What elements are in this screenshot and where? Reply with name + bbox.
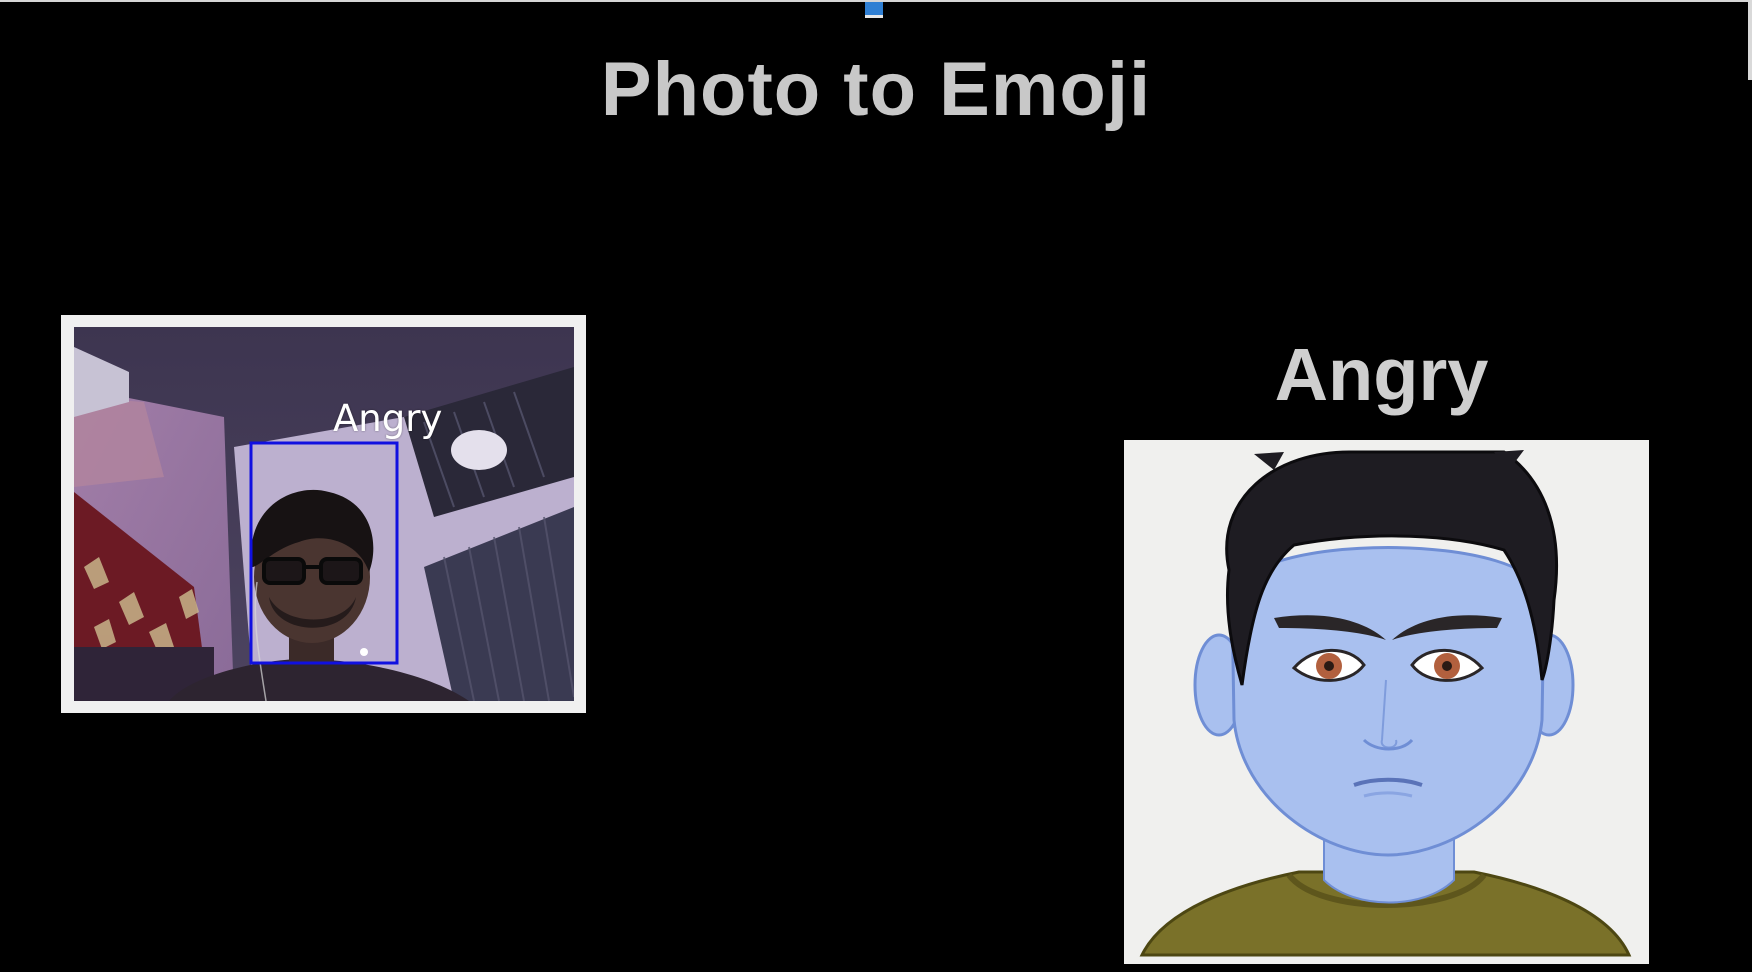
photo-to-emoji-window: Photo to Emoji Angry Angry xyxy=(0,0,1752,972)
app-title: Photo to Emoji xyxy=(600,47,1152,132)
face-emotion-label: Angry xyxy=(333,397,443,440)
focus-marker xyxy=(865,2,883,18)
webcam-panel: Angry xyxy=(61,315,586,713)
emoji-panel xyxy=(1124,440,1649,964)
angry-avatar-icon xyxy=(1139,450,1632,957)
webcam-feed: Angry xyxy=(74,327,574,701)
emotion-result-label: Angry xyxy=(1274,333,1489,416)
webcam-frame-image xyxy=(74,327,574,701)
